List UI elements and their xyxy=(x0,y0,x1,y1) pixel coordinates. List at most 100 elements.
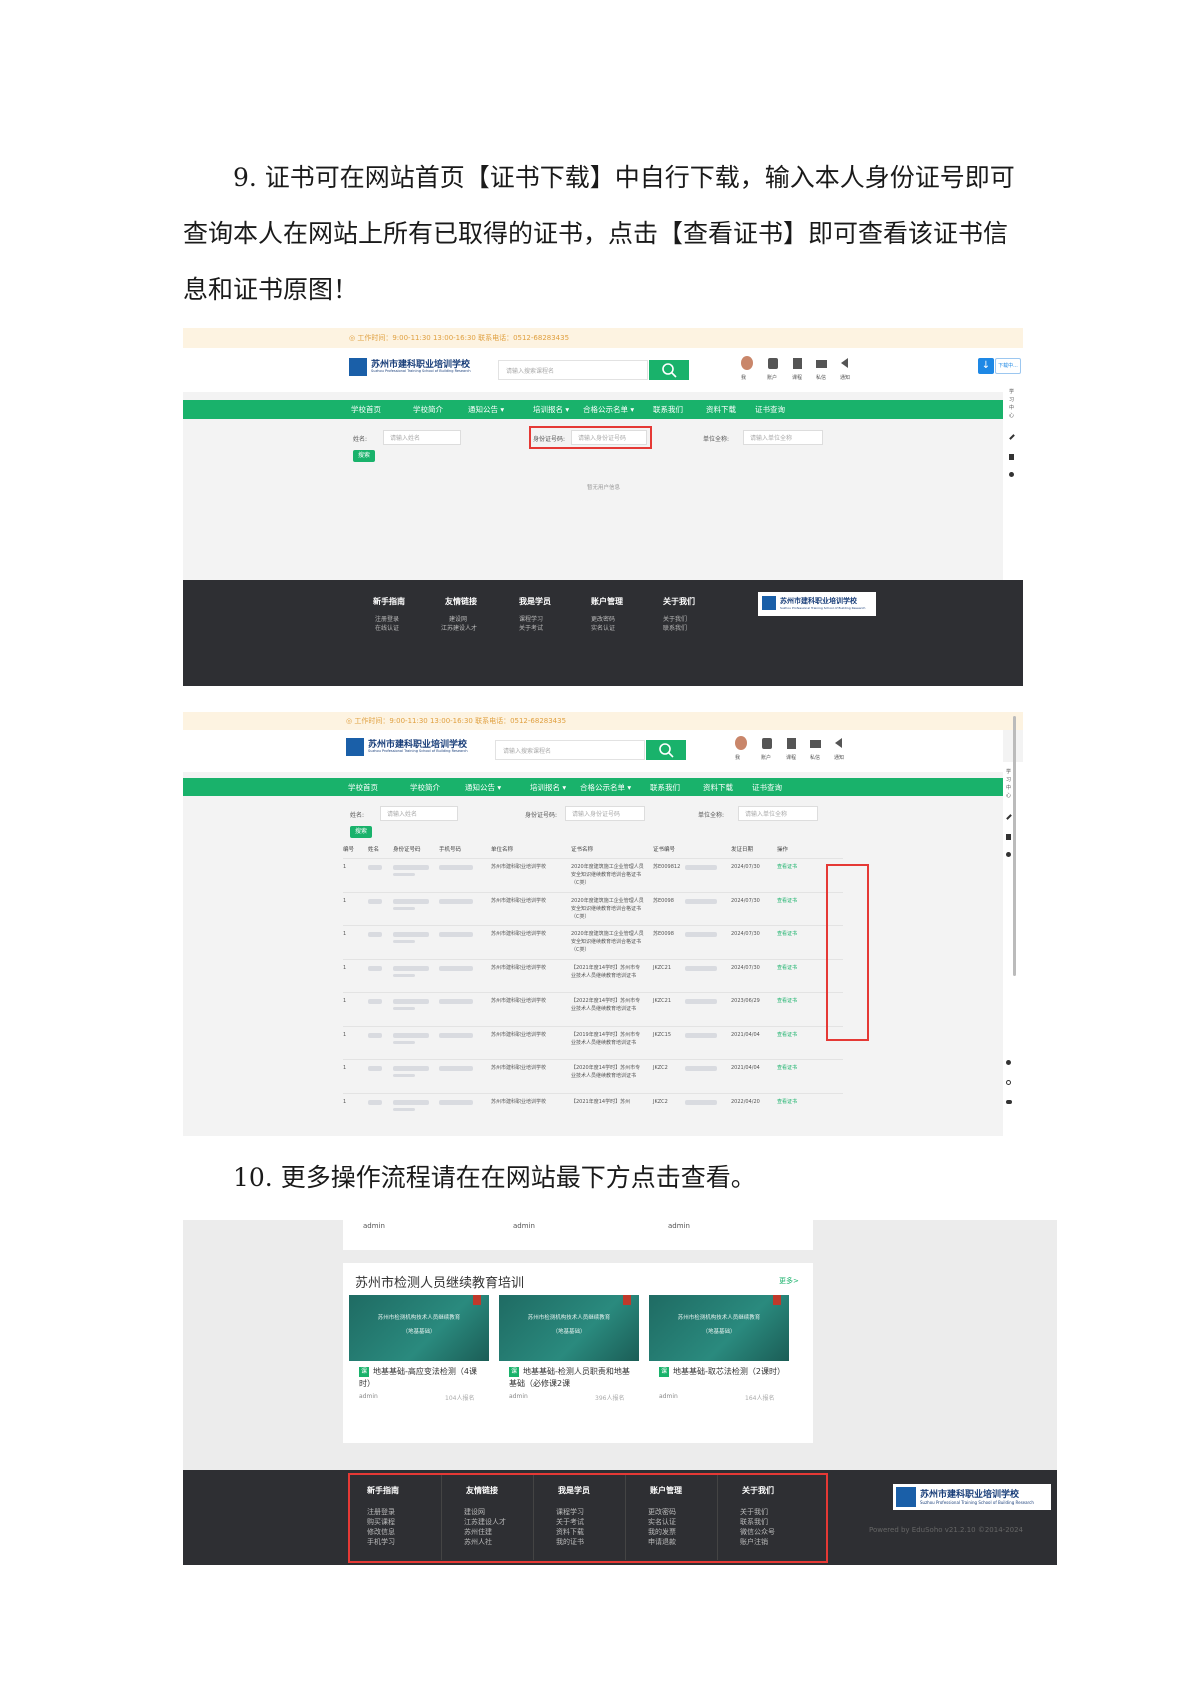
nav-publicity[interactable]: 合格公示名单 ▾ xyxy=(580,782,631,793)
message-icon[interactable] xyxy=(810,740,821,748)
course-count: 164人报名 xyxy=(745,1395,775,1402)
course-icon[interactable] xyxy=(793,358,802,369)
search-icon xyxy=(659,743,674,758)
nav-home[interactable]: 学校首页 xyxy=(348,782,378,793)
school-name-en: Suzhou Professional Training School of B… xyxy=(368,749,468,753)
view-cert-link[interactable]: 查看证书 xyxy=(777,1031,797,1039)
topbar-text: ◎ 工作时间：9:00-11:30 13:00-16:30 联系电话：0512-… xyxy=(346,717,567,725)
side-char-3: 中 xyxy=(1006,785,1012,791)
course-author: admin xyxy=(509,1393,528,1400)
account-icon[interactable] xyxy=(768,358,778,369)
user-label-message: 私信 xyxy=(810,755,821,761)
table-row: 1 苏州市建科职业培训学校 2020年度建筑施工企业管理人员安全知识继续教育培训合格… xyxy=(343,891,843,926)
nav-intro[interactable]: 学校简介 xyxy=(410,782,440,793)
course-card[interactable]: 苏州市检测机构技术人员继续教育 （地基基础） 课 地基基础-高应变法检测（4课时… xyxy=(349,1295,489,1407)
user-label-course: 课程 xyxy=(786,755,797,761)
nav-download[interactable]: 资料下载 xyxy=(703,782,733,793)
notice-icon[interactable] xyxy=(835,738,842,748)
nav-enroll[interactable]: 培训报名 ▾ xyxy=(533,404,569,415)
course-name[interactable]: 地基基础-高应变法检测（4课时） xyxy=(359,1366,483,1390)
footer-col-title: 我是学员 xyxy=(519,597,551,606)
column-header: 编号 xyxy=(343,847,355,853)
table-row: 1 苏州市建科职业培训学校 【2022年度14学时】苏州市专业技术人员继续教育培训证… xyxy=(343,992,843,1026)
column-header: 姓名 xyxy=(368,847,380,853)
search-input[interactable]: 请输入搜索课程名 xyxy=(506,366,554,375)
nav-download[interactable]: 资料下载 xyxy=(706,404,736,415)
download-button[interactable]: 下载中... xyxy=(995,358,1021,374)
nav-cert-query[interactable]: 证书查询 xyxy=(752,782,782,793)
view-cert-link[interactable]: 查看证书 xyxy=(777,964,797,972)
name-field[interactable]: 请输入姓名 xyxy=(380,806,458,821)
course-icon[interactable] xyxy=(787,738,796,749)
id-field[interactable]: 请输入身份证号码 xyxy=(565,806,645,821)
footer-link[interactable]: 江苏建设人才 xyxy=(441,624,477,634)
nav-notice[interactable]: 通知公告 ▾ xyxy=(465,782,501,793)
footer-link[interactable]: 在线认证 xyxy=(375,624,399,634)
search-submit-button[interactable]: 搜索 xyxy=(350,826,372,838)
issue-date: 2021/04/04 xyxy=(731,1031,760,1038)
issue-date: 2024/07/30 xyxy=(731,964,760,971)
school-name-en: Suzhou Professional Training School of B… xyxy=(371,369,471,373)
course-name[interactable]: 地基基础-取芯法检测（2课时） xyxy=(659,1366,785,1378)
phone-icon[interactable] xyxy=(1006,1080,1011,1085)
view-cert-link[interactable]: 查看证书 xyxy=(777,930,797,938)
nav-home[interactable]: 学校首页 xyxy=(351,404,381,415)
search-input[interactable]: 请输入搜索课程名 xyxy=(503,746,551,755)
download-arrow-icon[interactable]: ↓ xyxy=(978,358,994,374)
nav-publicity[interactable]: 合格公示名单 ▾ xyxy=(583,404,634,415)
name-field[interactable]: 请输入姓名 xyxy=(383,430,461,445)
more-link[interactable]: 更多> xyxy=(779,1276,799,1286)
view-cert-link[interactable]: 查看证书 xyxy=(777,1098,797,1106)
course-name[interactable]: 地基基础-检测人员职责和地基基础（必修课2课 xyxy=(509,1366,633,1390)
footer-link[interactable]: 关于考试 xyxy=(519,624,543,634)
footer-logo-en: Suzhou Professional Training School of B… xyxy=(780,606,866,610)
notice-icon[interactable] xyxy=(841,358,848,368)
footer-logo-en: Suzhou Professional Training School of B… xyxy=(920,1500,1034,1505)
thumb-subtitle: （地基基础） xyxy=(552,1329,586,1335)
account-icon[interactable] xyxy=(762,738,772,749)
unit-field[interactable]: 请输入单位全称 xyxy=(743,430,823,445)
view-cert-link[interactable]: 查看证书 xyxy=(777,897,797,905)
search-submit-button[interactable]: 搜索 xyxy=(353,450,375,462)
user-icon[interactable] xyxy=(1009,472,1014,477)
note-icon[interactable] xyxy=(1006,834,1011,840)
cert-name: 【2020年度14学时】苏州市专业技术人员继续教育培训证书 xyxy=(571,1065,641,1079)
scrollbar[interactable] xyxy=(1013,716,1016,976)
unit-field[interactable]: 请输入单位全称 xyxy=(738,806,818,821)
nav-intro[interactable]: 学校简介 xyxy=(413,404,443,415)
redacted-code xyxy=(685,1032,717,1038)
note-icon[interactable] xyxy=(1009,454,1014,460)
search-button[interactable] xyxy=(649,360,689,380)
screenshot-site-footer: admin admin admin 苏州市检测人员继续教育培训 更多> 苏州市检… xyxy=(183,1220,1057,1565)
cert-code: 苏E0098 xyxy=(653,897,674,904)
thumb-title: 苏州市检测机构技术人员继续教育 xyxy=(527,1315,611,1321)
side-char-3: 中 xyxy=(1009,405,1015,411)
avatar[interactable] xyxy=(735,736,747,750)
course-card[interactable]: 苏州市检测机构技术人员继续教育 （地基基础） 课 地基基础-取芯法检测（2课时）… xyxy=(649,1295,789,1407)
column-header: 证书名称 xyxy=(571,847,594,853)
avatar[interactable] xyxy=(741,356,753,370)
row-number: 1 xyxy=(343,864,347,870)
user-icon[interactable] xyxy=(1006,852,1011,857)
nav-contact[interactable]: 联系我们 xyxy=(650,782,680,793)
redacted-name xyxy=(368,1066,382,1071)
nav-cert-query[interactable]: 证书查询 xyxy=(755,404,785,415)
message-icon[interactable] xyxy=(816,360,827,368)
footer-link[interactable]: 实名认证 xyxy=(591,624,615,634)
view-cert-link[interactable]: 查看证书 xyxy=(777,1064,797,1072)
service-icon[interactable] xyxy=(1006,1060,1011,1065)
view-cert-link[interactable]: 查看证书 xyxy=(777,863,797,871)
nav-notice[interactable]: 通知公告 ▾ xyxy=(468,404,504,415)
footer-link[interactable]: 联系我们 xyxy=(663,624,687,634)
wechat-icon[interactable] xyxy=(1006,1100,1012,1104)
course-card[interactable]: 苏州市检测机构技术人员继续教育 （地基基础） 课 地基基础-检测人员职责和地基基… xyxy=(499,1295,639,1407)
user-label-me: 我 xyxy=(741,375,747,381)
redacted-phone xyxy=(439,1066,473,1071)
view-cert-link[interactable]: 查看证书 xyxy=(777,997,797,1005)
nav-enroll[interactable]: 培训报名 ▾ xyxy=(530,782,566,793)
side-study-center[interactable]: 学习中心 xyxy=(1006,768,1012,800)
nav-contact[interactable]: 联系我们 xyxy=(653,404,683,415)
side-study-center[interactable]: 学习中心 xyxy=(1009,388,1015,420)
thumb-subtitle: （地基基础） xyxy=(402,1329,436,1335)
search-button[interactable] xyxy=(646,740,686,760)
